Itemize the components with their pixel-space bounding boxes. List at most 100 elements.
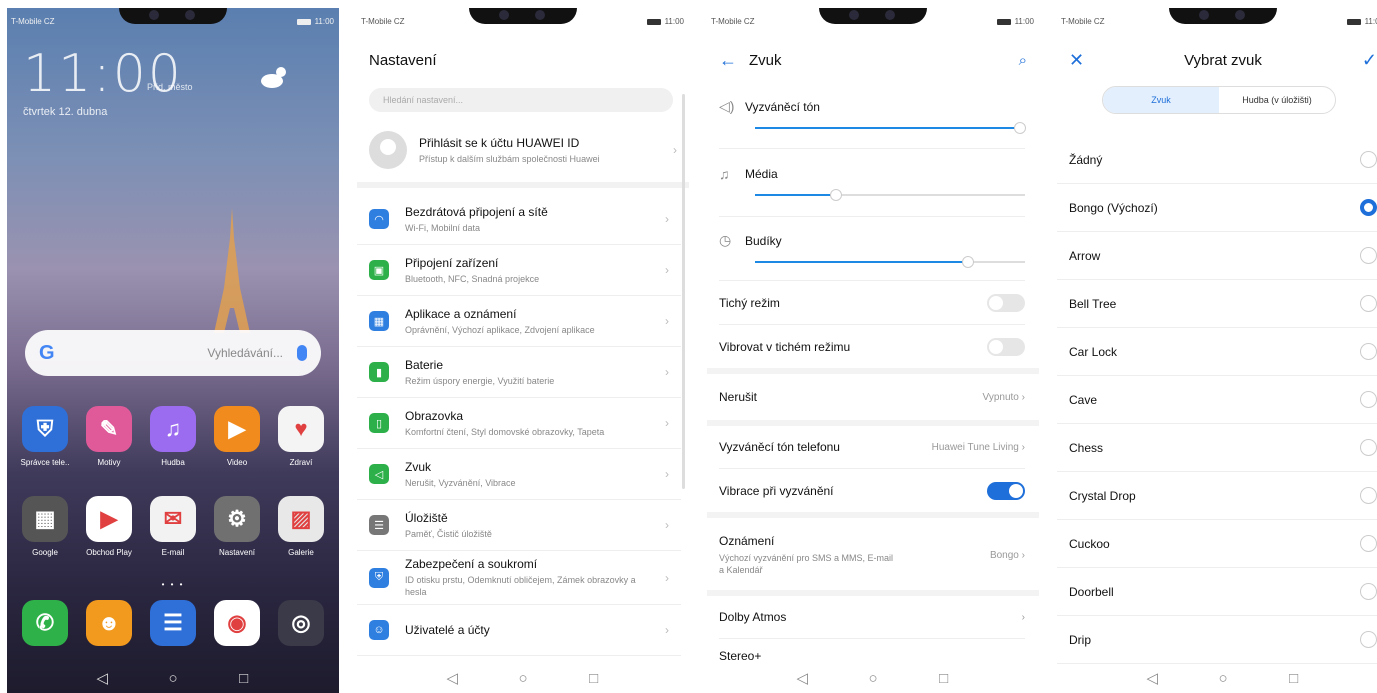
clock-widget[interactable]: 11:00 xyxy=(23,44,183,104)
app-themes[interactable]: ✎ Motivy xyxy=(80,406,138,467)
sound-option[interactable]: Car Lock xyxy=(1057,328,1377,376)
app-settings[interactable]: ⚙ Nastavení xyxy=(208,496,266,557)
radio-button[interactable] xyxy=(1360,487,1377,504)
sound-header: ← Zvuk ⌕ xyxy=(707,38,1039,82)
settings-item-title: Obrazovka xyxy=(405,408,464,423)
tab-music-storage[interactable]: Hudba (v úložišti) xyxy=(1219,87,1335,113)
sound-option[interactable]: Crystal Drop xyxy=(1057,472,1377,520)
app-camera[interactable]: ◎ xyxy=(272,600,330,646)
settings-item[interactable]: ▣ Připojení zařízení Bluetooth, NFC, Snadn… xyxy=(357,245,681,296)
search-icon[interactable]: ⌕ xyxy=(1019,52,1027,69)
back-icon[interactable]: ◁ xyxy=(787,669,817,687)
silent-mode-toggle[interactable] xyxy=(987,294,1025,312)
settings-item[interactable]: ⛨ Zabezpečení a soukromí ID otisku prstu, … xyxy=(357,551,681,605)
recents-icon[interactable]: □ xyxy=(229,670,259,687)
home-icon[interactable]: ○ xyxy=(1208,670,1238,687)
ringtone-slider[interactable] xyxy=(755,122,1026,134)
app-music[interactable]: ♫ Hudba xyxy=(144,406,202,467)
back-arrow-icon[interactable]: ← xyxy=(719,50,749,71)
confirm-check-icon[interactable]: ✓ xyxy=(1347,50,1377,71)
settings-item[interactable]: ◁ Zvuk Nerušit, Vyzvánění, Vibrace › xyxy=(357,449,681,500)
mic-icon[interactable] xyxy=(297,345,307,361)
app-gallery[interactable]: ▨ Galerie xyxy=(272,496,330,557)
alarm-slider[interactable] xyxy=(755,256,1025,268)
settings-item[interactable]: ☰ Úložiště Paměť, Čistič úložiště › xyxy=(357,500,681,551)
vibrate-silent-row[interactable]: Vibrovat v tichém režimu xyxy=(719,336,1025,358)
app-shield[interactable]: ⛨ Správce tele.. xyxy=(16,406,74,467)
radio-button[interactable] xyxy=(1360,199,1377,216)
sound-option[interactable]: Arrow xyxy=(1057,232,1377,280)
sound-option[interactable]: Drip xyxy=(1057,616,1377,664)
app-label: Zdraví xyxy=(289,458,313,467)
settings-item[interactable]: ▯ Obrazovka Komfortní čtení, Styl domovské… xyxy=(357,398,681,449)
dolby-row[interactable]: Dolby Atmos › xyxy=(719,606,1025,628)
back-icon[interactable]: ◁ xyxy=(1137,669,1167,687)
status-time: 11:00 xyxy=(664,17,684,26)
vibrate-silent-toggle[interactable] xyxy=(987,338,1025,356)
radio-button[interactable] xyxy=(1360,151,1377,168)
sound-option[interactable]: Cave xyxy=(1057,376,1377,424)
sound-option[interactable]: Bell Tree xyxy=(1057,280,1377,328)
app-google-folder[interactable]: ▦ Google xyxy=(16,496,74,557)
status-time: 11:00 xyxy=(1014,17,1034,26)
app-phone[interactable]: ✆ xyxy=(16,600,74,646)
dnd-row[interactable]: Nerušit Vypnuto › xyxy=(719,386,1025,408)
app-label: Galerie xyxy=(288,548,314,557)
close-icon[interactable]: ✕ xyxy=(1069,50,1099,71)
huawei-id-login[interactable]: Přihlásit se k účtu HUAWEI ID Přístup k … xyxy=(357,118,689,188)
home-icon[interactable]: ○ xyxy=(858,670,888,687)
app-video[interactable]: ▶ Video xyxy=(208,406,266,467)
recents-icon[interactable]: □ xyxy=(929,670,959,687)
home-icon[interactable]: ○ xyxy=(508,670,538,687)
battery-icon xyxy=(1346,18,1361,25)
silent-mode-row[interactable]: Tichý režim xyxy=(719,292,1025,314)
app-email[interactable]: ✉ E-mail xyxy=(144,496,202,557)
google-search-bar[interactable]: G Vyhledávání... xyxy=(25,330,321,376)
app-play-store[interactable]: ▶ Obchod Play xyxy=(80,496,138,557)
recents-icon[interactable]: □ xyxy=(1279,670,1309,687)
app-contacts[interactable]: ☻ xyxy=(80,600,138,646)
settings-item[interactable]: ◠ Bezdrátová připojení a sítě Wi-Fi, Mobil… xyxy=(357,194,681,245)
radio-button[interactable] xyxy=(1360,247,1377,264)
radio-button[interactable] xyxy=(1360,439,1377,456)
app-messages[interactable]: ☰ xyxy=(144,600,202,646)
sound-option[interactable]: Doorbell xyxy=(1057,568,1377,616)
back-icon[interactable]: ◁ xyxy=(87,669,117,687)
back-icon[interactable]: ◁ xyxy=(437,669,467,687)
sound-option[interactable]: Chess xyxy=(1057,424,1377,472)
vibrate-ring-row[interactable]: Vibrace při vyzvánění xyxy=(719,480,1025,502)
settings-item[interactable]: ▦ Aplikace a oznámení Oprávnění, Výchozí a… xyxy=(357,296,681,347)
media-slider[interactable] xyxy=(755,189,1025,201)
radio-button[interactable] xyxy=(1360,631,1377,648)
recents-icon[interactable]: □ xyxy=(579,670,609,687)
settings-item[interactable]: ▮ Baterie Režim úspory energie, Využití ba… xyxy=(357,347,681,398)
sound-option[interactable]: Žádný xyxy=(1057,136,1377,184)
app-health[interactable]: ♥ Zdraví xyxy=(272,406,330,467)
users-icon: ☺ xyxy=(369,620,389,640)
settings-item[interactable]: ☺ Uživatelé a účty › xyxy=(357,605,681,656)
settings-item-subtitle: Nerušit, Vyzvánění, Vibrace xyxy=(405,477,516,488)
notification-sound-row[interactable]: Oznámení Výchozí vyzvánění pro SMS a MMS… xyxy=(719,526,1025,584)
radio-button[interactable] xyxy=(1360,391,1377,408)
scrollbar[interactable] xyxy=(682,94,685,489)
home-icon[interactable]: ○ xyxy=(158,670,188,687)
vibrate-ring-label: Vibrace při vyzvánění xyxy=(719,484,834,498)
battery-icon xyxy=(296,18,311,25)
radio-button[interactable] xyxy=(1360,583,1377,600)
radio-button[interactable] xyxy=(1360,343,1377,360)
radio-button[interactable] xyxy=(1360,535,1377,552)
sound-option[interactable]: Cuckoo xyxy=(1057,520,1377,568)
status-bar: T-Mobile CZ 11:00 xyxy=(707,8,1039,34)
phone-ringtone-row[interactable]: Vyzváněcí tón telefonu Huawei Tune Livin… xyxy=(719,436,1025,458)
choose-sound-screen: T-Mobile CZ 11:00 ✕ Vybrat zvuk ✓ Zvuk H… xyxy=(1057,8,1377,693)
settings-search-input[interactable]: Hledání nastavení... xyxy=(369,88,673,112)
radio-button[interactable] xyxy=(1360,295,1377,312)
chevron-right-icon: › xyxy=(665,212,669,226)
camera-icon: ◎ xyxy=(278,600,324,646)
weather-icon[interactable] xyxy=(257,63,291,89)
storage-icon: ☰ xyxy=(369,515,389,535)
vibrate-ring-toggle[interactable] xyxy=(987,482,1025,500)
sound-option[interactable]: Bongo (Výchozí) xyxy=(1057,184,1377,232)
tab-sound[interactable]: Zvuk xyxy=(1103,87,1219,113)
app-chrome[interactable]: ◉ xyxy=(208,600,266,646)
